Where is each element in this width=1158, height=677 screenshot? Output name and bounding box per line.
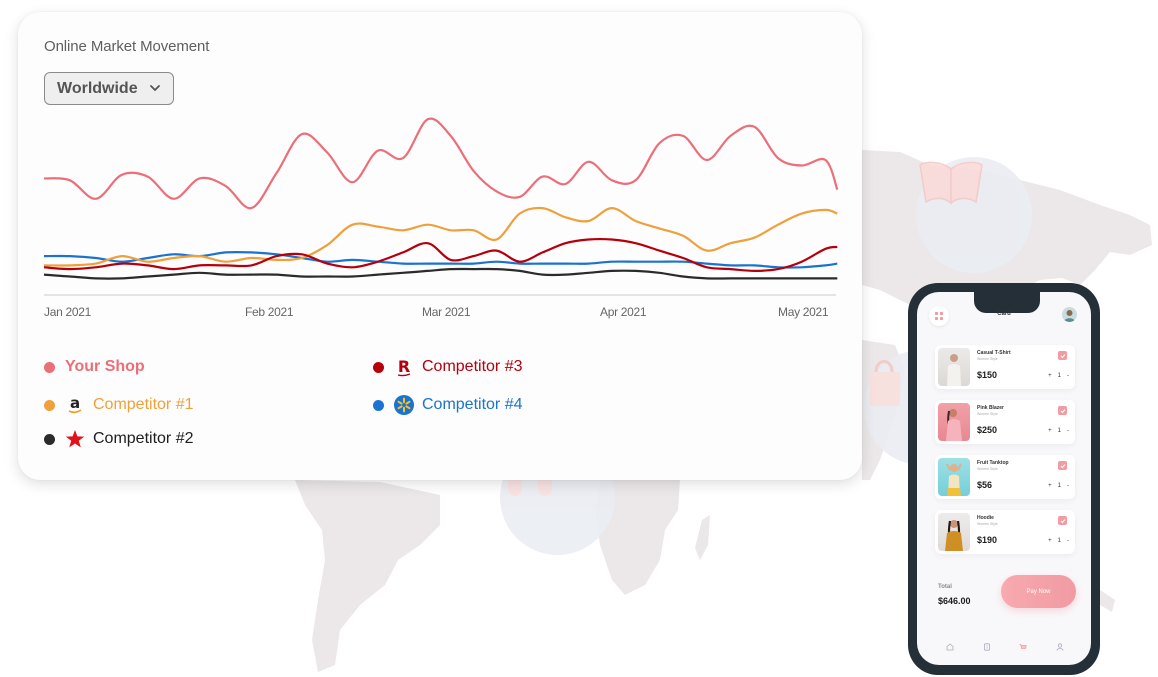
svg-text:R: R: [398, 357, 410, 376]
item-name: Pink Blazer: [977, 405, 1004, 411]
product-image: [938, 403, 970, 441]
check-icon: [1060, 408, 1065, 413]
total-value: $646.00: [938, 596, 971, 606]
check-icon: [1060, 518, 1065, 523]
cart-item[interactable]: Pink Blazer Women Style $250 + 1 -: [935, 400, 1075, 444]
star-icon: [65, 429, 85, 449]
legend-dot: [44, 399, 55, 411]
tab-home[interactable]: [945, 642, 955, 652]
avatar[interactable]: [1062, 307, 1077, 322]
product-image: [938, 348, 970, 386]
phone-screen: Card Casual T-Shirt Women Style $150 + 1…: [917, 292, 1091, 665]
item-checkbox[interactable]: [1058, 351, 1067, 360]
legend-label: Your Shop: [65, 358, 145, 375]
tab-cart[interactable]: [1018, 642, 1028, 652]
decrement-button[interactable]: -: [1067, 373, 1069, 379]
svg-text:a: a: [70, 395, 80, 412]
x-tick-label: Mar 2021: [422, 305, 471, 319]
legend-item-competitor-2[interactable]: Competitor #2: [44, 428, 194, 450]
decrement-button[interactable]: -: [1067, 483, 1069, 489]
increment-button[interactable]: +: [1048, 538, 1052, 544]
pay-now-button[interactable]: Pay Now: [1001, 575, 1076, 608]
cart-item[interactable]: Fruit Tanktop Women Style $56 + 1 -: [935, 455, 1075, 499]
x-tick-label: Apr 2021: [600, 305, 647, 319]
item-name: Hoodie: [977, 515, 994, 521]
item-price: $56: [977, 480, 993, 490]
legend-dot: [373, 399, 384, 411]
cart-item[interactable]: Casual T-Shirt Women Style $150 + 1 -: [935, 345, 1075, 389]
item-price: $190: [977, 535, 998, 545]
home-icon: [946, 643, 954, 651]
quantity-value: 1: [1057, 483, 1061, 489]
quantity-stepper: + 1 -: [1048, 373, 1069, 379]
quantity-value: 1: [1057, 538, 1061, 544]
product-image: [938, 458, 970, 496]
cart-icon: [1019, 644, 1028, 649]
series-line-competitor-2: [43, 267, 838, 280]
tab-profile[interactable]: [1055, 642, 1065, 652]
profile-icon: [1056, 643, 1064, 651]
shopping-bag-icon: [870, 360, 900, 406]
increment-button[interactable]: +: [1048, 428, 1052, 434]
legend-dot: [373, 361, 384, 373]
walmart-spark-icon: [394, 395, 414, 415]
legend-item-competitor-1[interactable]: a Competitor #1: [44, 394, 194, 416]
series-line-your-shop: [43, 117, 839, 210]
legend-item-your-shop[interactable]: Your Shop: [44, 356, 145, 378]
x-tick-label: May 2021: [778, 305, 829, 319]
cart-item[interactable]: Hoodie Women Style $190 + 1 -: [935, 510, 1075, 554]
decrement-button[interactable]: -: [1067, 538, 1069, 544]
total-label: Total: [938, 584, 952, 590]
item-subtitle: Women Style: [977, 522, 998, 526]
item-subtitle: Women Style: [977, 467, 998, 471]
item-checkbox[interactable]: [1058, 461, 1067, 470]
phone-mockup: Card Casual T-Shirt Women Style $150 + 1…: [908, 283, 1100, 675]
decrement-button[interactable]: -: [1067, 428, 1069, 434]
quantity-stepper: + 1 -: [1048, 428, 1069, 434]
increment-button[interactable]: +: [1048, 373, 1052, 379]
x-tick-label: Jan 2021: [44, 305, 92, 319]
legend-dot: [44, 433, 55, 445]
quantity-value: 1: [1057, 428, 1061, 434]
legend-item-competitor-3[interactable]: R Competitor #3: [373, 356, 523, 378]
rakuten-logo-icon: R: [394, 357, 414, 377]
check-icon: [1060, 353, 1065, 358]
orders-icon: [983, 643, 990, 651]
series-line-competitor-1: [43, 206, 838, 267]
check-icon: [1060, 463, 1065, 468]
item-name: Fruit Tanktop: [977, 460, 1009, 466]
item-subtitle: Women Style: [977, 357, 998, 361]
market-line-chart: Jan 2021 Feb 2021 Mar 2021 Apr 2021 May 2021: [43, 117, 839, 319]
bottom-tab-bar: [945, 642, 1065, 652]
phone-header: Card: [917, 306, 1091, 326]
legend-label: Competitor #1: [93, 396, 194, 413]
legend-label: Competitor #2: [93, 430, 194, 447]
quantity-value: 1: [1057, 373, 1061, 379]
item-subtitle: Women Style: [977, 412, 998, 416]
legend-dot: [44, 361, 55, 373]
amazon-logo-icon: a: [65, 395, 85, 415]
item-checkbox[interactable]: [1058, 406, 1067, 415]
product-image: [938, 513, 970, 551]
legend-label: Competitor #3: [422, 358, 523, 375]
legend-label: Competitor #4: [422, 396, 523, 413]
x-tick-label: Feb 2021: [245, 305, 294, 319]
item-name: Casual T-Shirt: [977, 350, 1011, 356]
legend-item-competitor-4[interactable]: Competitor #4: [373, 394, 523, 416]
item-price: $150: [977, 370, 998, 380]
item-checkbox[interactable]: [1058, 516, 1067, 525]
tab-orders[interactable]: [982, 642, 992, 652]
quantity-stepper: + 1 -: [1048, 483, 1069, 489]
item-price: $250: [977, 425, 998, 435]
increment-button[interactable]: +: [1048, 483, 1052, 489]
quantity-stepper: + 1 -: [1048, 538, 1069, 544]
